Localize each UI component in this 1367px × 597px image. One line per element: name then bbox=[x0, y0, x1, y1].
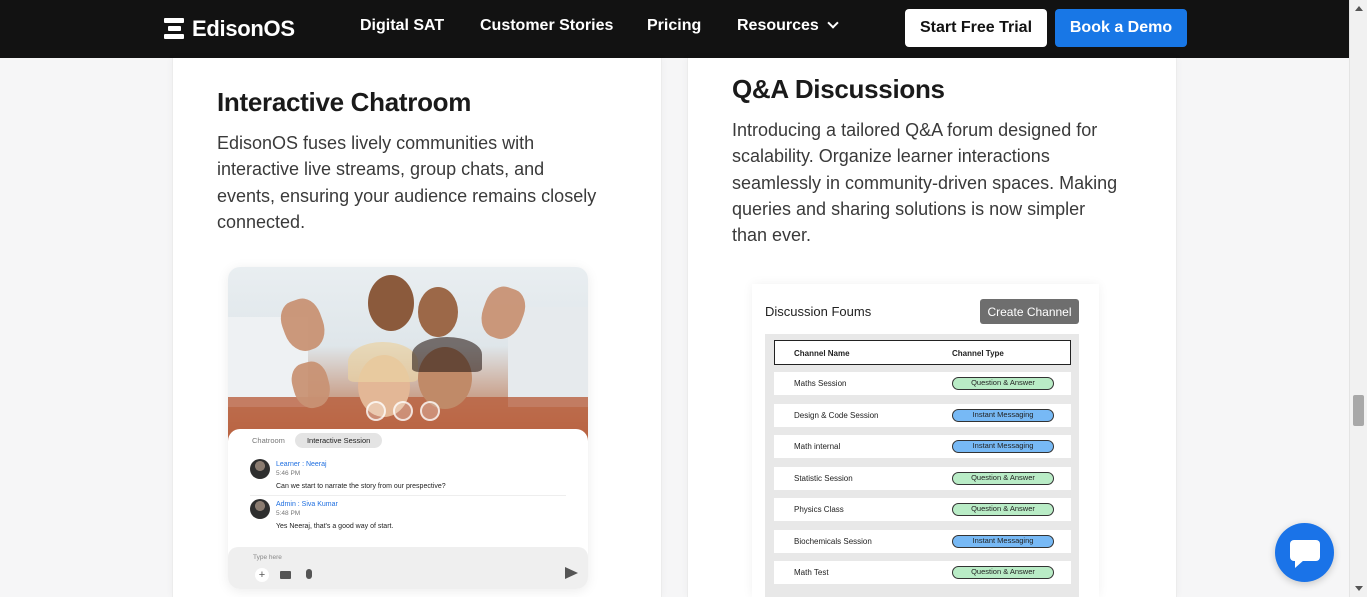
description-line: than ever. bbox=[732, 225, 812, 246]
channel-type-badge: Question & Answer bbox=[952, 566, 1054, 579]
chat-message: Admin : Siva Kumar 5:48 PM Yes Neeraj, t… bbox=[250, 499, 570, 530]
description-line: events, ensuring your audience remains c… bbox=[217, 185, 597, 206]
channel-type-badge: Question & Answer bbox=[952, 503, 1054, 516]
table-row[interactable]: Statistic Session Question & Answer bbox=[774, 466, 1071, 490]
discussion-forums-screenshot: Discussion Foums Create Channel Channel … bbox=[752, 284, 1099, 597]
message-text: Yes Neeraj, that's a good way of start. bbox=[276, 523, 394, 530]
message-time: 5:48 PM bbox=[276, 510, 301, 517]
chat-panel: Chatroom Interactive Session Learner : N… bbox=[228, 429, 588, 589]
create-channel-button[interactable]: Create Channel bbox=[980, 299, 1079, 324]
table-row[interactable]: Biochemicals Session Instant Messaging bbox=[774, 529, 1071, 553]
channel-name: Statistic Session bbox=[794, 473, 853, 483]
logo-text: EdisonOS bbox=[192, 16, 295, 41]
channels-table: Channel Name Channel Type Maths Session Q… bbox=[765, 334, 1079, 597]
nav-link-digital-sat[interactable]: Digital SAT bbox=[360, 17, 444, 35]
description-line: EdisonOS fuses lively communities with bbox=[217, 133, 535, 153]
feature-description: Introducing a tailored Q&A forum designe… bbox=[732, 117, 1117, 248]
nav-link-customer-stories[interactable]: Customer Stories bbox=[480, 17, 613, 35]
description-line: scalability. Organize learner interactio… bbox=[732, 146, 1050, 167]
column-header-channel-type: Channel Type bbox=[952, 349, 1004, 358]
description-line: seamlessly in community-driven spaces. M… bbox=[732, 172, 1118, 193]
channel-name: Math Test bbox=[794, 568, 829, 577]
channel-name: Math internal bbox=[794, 442, 841, 451]
channel-name: Biochemicals Session bbox=[794, 536, 872, 546]
chat-bubble-icon bbox=[1290, 540, 1320, 568]
plus-icon[interactable]: + bbox=[255, 568, 269, 582]
description-line: queries and sharing solutions is now sim… bbox=[732, 198, 1086, 219]
mic-icon[interactable] bbox=[306, 569, 312, 579]
table-row[interactable]: Physics Class Question & Answer bbox=[774, 498, 1071, 521]
feature-description: EdisonOS fuses lively communities with i… bbox=[217, 130, 596, 235]
table-row[interactable]: Math internal Instant Messaging bbox=[774, 435, 1071, 458]
nav-link-resources-label: Resources bbox=[737, 17, 819, 34]
table-row[interactable]: Math Test Question & Answer bbox=[774, 561, 1071, 584]
chat-input-placeholder[interactable]: Type here bbox=[253, 554, 282, 561]
description-line: Introducing a tailored Q&A forum designe… bbox=[732, 120, 1098, 140]
logo-icon bbox=[164, 18, 186, 40]
channel-name: Physics Class bbox=[794, 505, 844, 514]
feature-card-qa-discussions: Q&A Discussions Introducing a tailored Q… bbox=[687, 58, 1177, 597]
chevron-down-icon bbox=[827, 17, 839, 29]
top-navbar: EdisonOS Digital SAT Customer Stories Pr… bbox=[0, 0, 1349, 58]
group-selfie-photo bbox=[228, 267, 588, 442]
description-line: connected. bbox=[217, 211, 306, 232]
page-scrollbar[interactable] bbox=[1349, 0, 1367, 597]
feature-title: Q&A Discussions bbox=[732, 74, 945, 104]
scroll-up-arrow-icon[interactable] bbox=[1355, 6, 1363, 11]
scroll-down-arrow-icon[interactable] bbox=[1355, 586, 1363, 591]
feature-card-chatroom: Interactive Chatroom EdisonOS fuses live… bbox=[172, 58, 662, 597]
channel-type-badge: Instant Messaging bbox=[952, 440, 1054, 453]
video-participant-indicators bbox=[366, 401, 440, 421]
message-text: Can we start to narrate the story from o… bbox=[276, 483, 446, 490]
forum-title: Discussion Foums bbox=[765, 304, 872, 319]
chat-input-bar[interactable]: Type here + bbox=[228, 547, 588, 589]
nav-link-resources[interactable]: Resources bbox=[737, 17, 839, 35]
tab-interactive-session[interactable]: Interactive Session bbox=[294, 433, 383, 448]
channel-type-badge: Instant Messaging bbox=[952, 408, 1054, 422]
avatar bbox=[250, 459, 270, 479]
message-time: 5:46 PM bbox=[276, 470, 301, 477]
book-demo-button[interactable]: Book a Demo bbox=[1055, 9, 1187, 47]
column-header-channel-name: Channel Name bbox=[794, 349, 850, 358]
chatroom-screenshot: Chatroom Interactive Session Learner : N… bbox=[228, 267, 588, 589]
table-row[interactable]: Maths Session Question & Answer bbox=[774, 372, 1071, 395]
description-line: interactive live streams, group chats, a… bbox=[217, 159, 545, 180]
start-free-trial-button[interactable]: Start Free Trial bbox=[905, 9, 1047, 47]
channel-type-badge: Question & Answer bbox=[952, 377, 1054, 390]
channel-name: Design & Code Session bbox=[794, 410, 879, 420]
nav-link-pricing[interactable]: Pricing bbox=[647, 17, 701, 35]
feature-title: Interactive Chatroom bbox=[217, 87, 472, 117]
channel-name: Maths Session bbox=[794, 379, 847, 388]
table-header: Channel Name Channel Type bbox=[774, 340, 1071, 365]
channel-type-badge: Instant Messaging bbox=[952, 534, 1054, 548]
video-icon[interactable] bbox=[280, 571, 291, 579]
avatar bbox=[250, 499, 270, 519]
message-author: Learner : Neeraj bbox=[276, 461, 327, 468]
chat-tabs: Chatroom Interactive Session bbox=[252, 433, 383, 448]
send-icon[interactable] bbox=[565, 567, 578, 579]
tab-chatroom[interactable]: Chatroom bbox=[252, 436, 285, 445]
chat-message: Learner : Neeraj 5:46 PM Can we start to… bbox=[250, 459, 570, 490]
message-divider bbox=[250, 495, 566, 496]
scrollbar-thumb[interactable] bbox=[1353, 395, 1364, 426]
table-row[interactable]: Design & Code Session Instant Messaging bbox=[774, 403, 1071, 427]
support-chat-button[interactable] bbox=[1275, 523, 1334, 582]
message-author: Admin : Siva Kumar bbox=[276, 501, 338, 508]
brand-logo[interactable]: EdisonOS bbox=[164, 15, 295, 43]
channel-type-badge: Question & Answer bbox=[952, 471, 1054, 485]
